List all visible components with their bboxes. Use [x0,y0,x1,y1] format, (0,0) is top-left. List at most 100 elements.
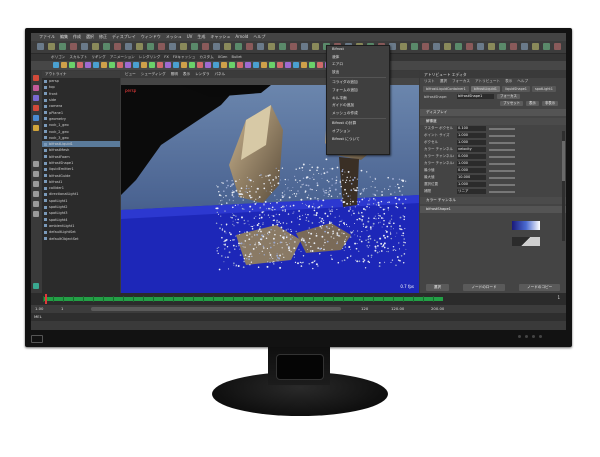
attribute-field-value[interactable]: 0.100 [457,126,486,131]
toolbar-button-icon[interactable] [70,43,77,50]
toolbar-button-icon[interactable] [279,43,286,50]
shelf-tool-icon[interactable] [157,62,163,68]
dropdown-item[interactable]: Bifrost について [327,136,389,144]
current-time-marker[interactable] [45,294,47,304]
focus-button[interactable]: フォーカス [497,94,520,99]
attribute-field-value[interactable]: 1.000 [457,182,486,187]
dropdown-item[interactable]: エアロ [327,61,389,69]
shelf-tab[interactable]: レンダリング [139,54,161,61]
toolbar-button-icon[interactable] [114,43,121,50]
shelf-tool-icon[interactable] [229,62,235,68]
section-display[interactable]: ディスプレイ [420,109,566,116]
shelf-tab[interactable]: スカルプト [69,54,87,61]
shelf-tool-icon[interactable] [69,62,75,68]
toolbar-button-icon[interactable] [488,43,495,50]
viewport-menu-item[interactable]: パネル [214,71,225,78]
range-end-field[interactable]: 120.00 [391,306,404,311]
menu-item[interactable]: 生成 [197,33,205,41]
menu-item[interactable]: UV [187,33,193,41]
shelf-tab[interactable]: XGen [218,54,228,61]
monitor-button[interactable] [532,335,535,338]
timeline-end-field[interactable]: 120 [361,306,368,311]
menu-item[interactable]: ヘルプ [253,33,265,41]
toolbar-button-icon[interactable] [268,43,275,50]
attribute-menu-item[interactable]: ヘルプ [517,78,528,85]
shelf-tool-icon[interactable] [261,62,267,68]
toolbar-button-icon[interactable] [301,43,308,50]
toolbar-button-icon[interactable] [422,43,429,50]
shelf-tool-icon[interactable] [93,62,99,68]
viewport-menu-item[interactable]: ビュー [125,71,136,78]
shelf-tool-icon[interactable] [53,62,59,68]
attribute-field-value[interactable]: 0.000 [457,154,486,159]
shelf-tool-icon[interactable] [141,62,147,68]
toolbar-button-icon[interactable] [169,43,176,50]
attribute-field-value[interactable]: 1.000 [457,133,486,138]
toolbar-button-icon[interactable] [246,43,253,50]
attribute-slider[interactable] [489,141,515,144]
opacity-ramp[interactable] [512,237,540,246]
shelf-tool-icon[interactable] [197,62,203,68]
attribute-slider[interactable] [489,162,515,165]
shelf-tool-icon[interactable] [189,62,195,68]
attribute-slider[interactable] [489,176,515,179]
shelf-tab[interactable]: FXキャッシュ [173,54,196,61]
select-tool-icon[interactable] [33,75,39,81]
anim-end-field[interactable]: 200.00 [431,306,444,311]
toolbar-button-icon[interactable] [235,43,242,50]
presets-button[interactable]: プリセット [500,101,524,106]
shelf-tool-icon[interactable] [293,62,299,68]
dropdown-item[interactable]: Bifrost の計算 [327,120,389,128]
toolbar-button-icon[interactable] [158,43,165,50]
layout-persp-icon[interactable] [33,211,39,217]
shelf-tool-icon[interactable] [85,62,91,68]
menu-item[interactable]: キャッシュ [210,33,230,41]
dropdown-item[interactable]: Bifrost [327,46,389,54]
menu-item[interactable]: 修正 [99,33,107,41]
toolbar-button-icon[interactable] [411,43,418,50]
shelf-tool-icon[interactable] [269,62,275,68]
attribute-menu-item[interactable]: フォーカス [452,78,470,85]
shelf-tool-icon[interactable] [213,62,219,68]
toolbar-button-icon[interactable] [400,43,407,50]
shelf-tool-icon[interactable] [173,62,179,68]
shelf-tool-icon[interactable] [245,62,251,68]
toolbar-button-icon[interactable] [312,43,319,50]
toolbar-button-icon[interactable] [257,43,264,50]
shelf-tool-icon[interactable] [205,62,211,68]
layout-four-icon[interactable] [33,171,39,177]
attribute-bottom-button[interactable]: ノードのロード [463,284,505,291]
time-slider[interactable]: 1 [31,293,566,305]
dropdown-item[interactable]: ガイドの追加 [327,102,389,110]
shelf-tab[interactable]: カスタム [199,54,213,61]
toolbar-button-icon[interactable] [521,43,528,50]
shelf-tab[interactable]: リギング [91,54,105,61]
toolbar-button-icon[interactable] [499,43,506,50]
toolbar-button-icon[interactable] [125,43,132,50]
menu-item[interactable]: Arnold [235,33,248,41]
attribute-bottom-button[interactable]: ノードのコピー [519,284,561,291]
layout-single-icon[interactable] [33,161,39,167]
viewport-menu-item[interactable]: シェーディング [141,71,166,78]
dropdown-item[interactable]: オプション [327,128,389,136]
viewport-menu-item[interactable]: 表示 [183,71,190,78]
attribute-slider[interactable] [489,127,515,130]
toolbar-button-icon[interactable] [554,43,561,50]
current-frame[interactable]: 1 [557,295,560,300]
toolbar-button-icon[interactable] [103,43,110,50]
attribute-slider[interactable] [489,169,515,172]
monitor-buttons[interactable] [518,335,542,338]
paint-tool-icon[interactable] [33,95,39,101]
attribute-slider[interactable] [489,134,515,137]
shelf-tool-icon[interactable] [285,62,291,68]
home-icon[interactable] [33,283,39,289]
outliner-item[interactable]: defaultObjectSet [42,235,120,241]
node-name-field[interactable]: bifrostShape1 [457,94,494,99]
toolbar-button-icon[interactable] [433,43,440,50]
power-button[interactable] [539,335,542,338]
scale-tool-icon[interactable] [33,125,39,131]
toolbar-button-icon[interactable] [543,43,550,50]
dropdown-item[interactable]: キル平面 [327,95,389,103]
shelf-tab[interactable]: Bullet [231,54,241,61]
attribute-tab[interactable]: spotLight1 [531,86,556,92]
